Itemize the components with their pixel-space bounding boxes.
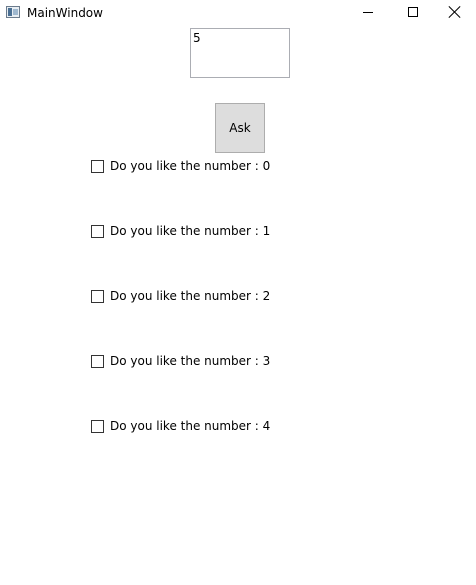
maximize-icon <box>408 7 418 17</box>
title-bar[interactable]: MainWindow <box>0 0 476 26</box>
checkbox-label[interactable]: Do you like the number : 0 <box>110 158 270 174</box>
checkbox-label[interactable]: Do you like the number : 2 <box>110 288 270 304</box>
checkbox-box[interactable] <box>91 289 104 303</box>
checkbox-box[interactable] <box>91 224 104 238</box>
window-title: MainWindow <box>27 6 103 20</box>
maximize-button[interactable] <box>390 0 436 26</box>
ask-button[interactable]: Ask <box>215 103 265 153</box>
app-window-icon <box>6 6 20 18</box>
number-input[interactable]: 5 <box>190 28 290 78</box>
checkbox-box[interactable] <box>91 354 104 368</box>
minimize-button[interactable] <box>344 0 390 26</box>
like-number-3-checkbox[interactable]: Do you like the number : 3 <box>91 353 270 369</box>
close-icon <box>448 5 462 19</box>
close-button[interactable] <box>436 0 476 26</box>
ask-button-label: Ask <box>229 121 251 135</box>
checkbox-box[interactable] <box>91 159 104 173</box>
checkbox-box[interactable] <box>91 419 104 433</box>
like-number-0-checkbox[interactable]: Do you like the number : 0 <box>91 158 270 174</box>
checkbox-label[interactable]: Do you like the number : 3 <box>110 353 270 369</box>
like-number-4-checkbox[interactable]: Do you like the number : 4 <box>91 418 270 434</box>
minimize-icon <box>363 12 373 13</box>
checkbox-label[interactable]: Do you like the number : 1 <box>110 223 270 239</box>
checkbox-label[interactable]: Do you like the number : 4 <box>110 418 270 434</box>
like-number-2-checkbox[interactable]: Do you like the number : 2 <box>91 288 270 304</box>
like-number-1-checkbox[interactable]: Do you like the number : 1 <box>91 223 270 239</box>
